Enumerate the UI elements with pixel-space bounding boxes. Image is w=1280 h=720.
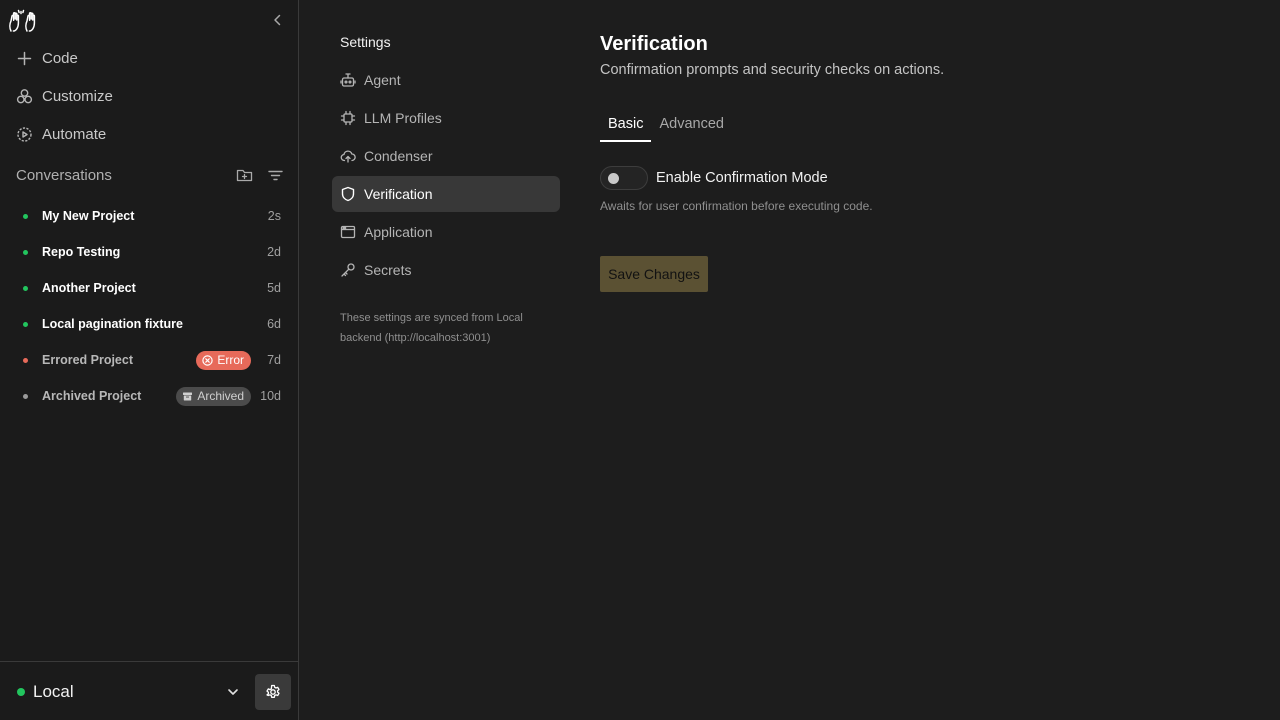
filter-icon[interactable] <box>267 167 284 184</box>
backend-label: Local <box>33 682 74 701</box>
error-badge-label: Error <box>217 353 244 367</box>
conversation-item[interactable]: Errored Project Error 7d <box>16 348 284 372</box>
archive-icon <box>182 391 193 402</box>
conversation-item[interactable]: Local pagination fixture 6d <box>16 312 284 336</box>
nav-customize-label: Customize <box>42 87 113 105</box>
settings-nav-label: Application <box>364 224 433 240</box>
shield-icon <box>340 186 356 202</box>
sidebar-footer: Local <box>0 661 299 720</box>
save-changes-button[interactable]: Save Changes <box>600 256 708 292</box>
settings-nav-label: Condenser <box>364 148 433 164</box>
sidebar: Code Customize Automate Conversations My… <box>0 0 299 720</box>
page-title: Verification <box>600 33 708 55</box>
status-dot <box>23 393 28 399</box>
status-dot <box>23 321 28 327</box>
nav-code-label: Code <box>42 49 78 67</box>
chevron-down-icon <box>226 685 240 699</box>
conversation-title: My New Project <box>42 209 135 223</box>
settings-nav-label: Secrets <box>364 262 412 278</box>
conversation-time: 6d <box>267 317 281 331</box>
window-icon <box>340 224 356 240</box>
conversation-time: 5d <box>267 281 281 295</box>
conversation-title: Errored Project <box>42 353 134 367</box>
nav-automate-label: Automate <box>42 125 107 143</box>
new-folder-icon[interactable] <box>236 167 253 184</box>
settings-nav-secrets[interactable]: Secrets <box>332 252 560 288</box>
conversations-header: Conversations <box>16 164 284 186</box>
toggle-knob <box>608 173 619 184</box>
conversation-item[interactable]: Another Project 5d <box>16 276 284 300</box>
plus-icon <box>16 50 33 67</box>
backend-select[interactable]: Local <box>16 680 240 704</box>
nav-automate[interactable]: Automate <box>16 122 106 146</box>
app-logo-icon[interactable] <box>8 9 42 33</box>
nav-customize[interactable]: Customize <box>16 84 113 108</box>
confirmation-mode-row: Enable Confirmation Mode <box>600 166 828 190</box>
backend-status-dot <box>17 688 25 696</box>
conversation-item[interactable]: My New Project 2s <box>16 204 284 228</box>
sync-note: These settings are synced from Local bac… <box>340 312 523 344</box>
grid-icon <box>16 88 33 105</box>
error-circle-icon <box>202 354 214 366</box>
confirmation-mode-toggle[interactable] <box>600 166 648 190</box>
confirmation-mode-label: Enable Confirmation Mode <box>656 170 828 186</box>
settings-nav-label: LLM Profiles <box>364 110 442 126</box>
error-badge: Error <box>196 350 251 370</box>
status-dot <box>23 213 28 219</box>
conversation-time: 10d <box>260 389 281 403</box>
settings-tabs: Basic Advanced <box>600 108 732 142</box>
status-dot <box>23 357 28 363</box>
conversation-time: 2s <box>267 209 281 223</box>
page-subtitle: Confirmation prompts and security checks… <box>600 62 945 78</box>
settings-nav-condenser[interactable]: Condenser <box>332 138 560 174</box>
settings-nav-agent[interactable]: Agent <box>332 62 560 98</box>
conversation-title: Archived Project <box>42 389 142 403</box>
gear-icon <box>265 684 281 700</box>
automate-icon <box>16 126 33 143</box>
collapse-sidebar-icon[interactable] <box>269 12 285 28</box>
archived-badge-label: Archived <box>197 389 244 403</box>
tab-basic[interactable]: Basic <box>600 108 652 142</box>
archived-badge: Archived <box>176 386 251 406</box>
conversation-title: Repo Testing <box>42 245 121 259</box>
conversation-item[interactable]: Repo Testing 2d <box>16 240 284 264</box>
settings-nav-llm-profiles[interactable]: LLM Profiles <box>332 100 560 136</box>
conversation-item[interactable]: Archived Project Archived 10d <box>16 384 284 408</box>
conversations-title: Conversations <box>16 166 112 184</box>
settings-nav-label: Agent <box>364 72 401 88</box>
settings-button[interactable] <box>255 674 291 710</box>
cloud-upload-icon <box>340 148 356 164</box>
settings-nav-label: Verification <box>364 186 433 202</box>
key-icon <box>340 262 356 278</box>
chip-icon <box>340 110 356 126</box>
settings-nav-verification[interactable]: Verification <box>332 176 560 212</box>
status-dot <box>23 285 28 291</box>
settings-nav-application[interactable]: Application <box>332 214 560 250</box>
conversation-time: 2d <box>267 245 281 259</box>
status-dot <box>23 249 28 255</box>
conversation-title: Another Project <box>42 281 136 295</box>
robot-icon <box>340 72 356 88</box>
conversation-time: 7d <box>267 353 281 367</box>
conversation-title: Local pagination fixture <box>42 317 183 331</box>
confirmation-mode-help: Awaits for user confirmation before exec… <box>600 199 873 213</box>
settings-heading: Settings <box>340 34 391 50</box>
nav-code[interactable]: Code <box>16 46 78 70</box>
tab-advanced[interactable]: Advanced <box>651 108 732 142</box>
